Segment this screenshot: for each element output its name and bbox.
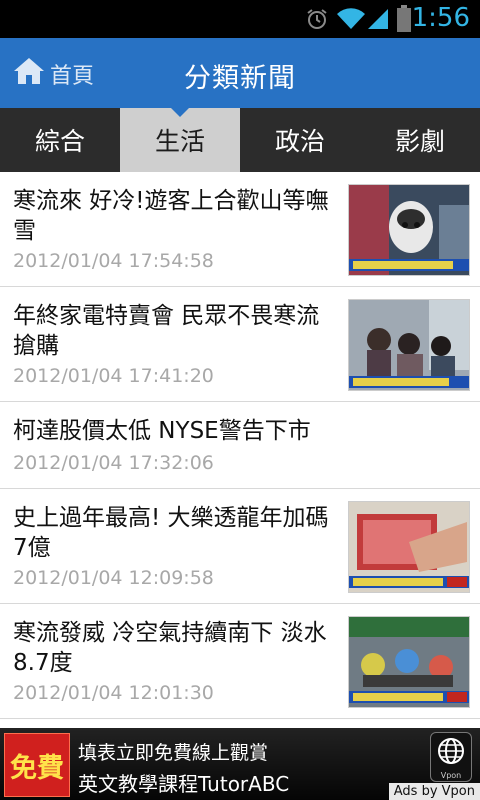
tab-politics[interactable]: 政治 (240, 108, 360, 172)
vpon-logo[interactable]: Vpon (430, 732, 472, 782)
list-item[interactable]: 寒流發威 冷空氣持續南下 淡水8.7度 2012/01/04 12:01:30 (0, 604, 480, 719)
news-title: 寒流來 好冷!遊客上合歡山等嘸雪 (13, 188, 329, 244)
ad-badge[interactable]: 免費 (4, 733, 70, 797)
signal-icon (366, 7, 390, 35)
news-thumbnail (348, 501, 470, 593)
battery-icon (396, 5, 412, 37)
news-title: 年終家電特賣會 民眾不畏寒流搶購 (13, 303, 320, 359)
alarm-icon (305, 7, 329, 35)
news-list: 寒流來 好冷!遊客上合歡山等嘸雪 2012/01/04 17:54:58 年終家… (0, 172, 480, 719)
app-bar: 首頁 分類新聞 (0, 38, 480, 108)
news-thumbnail (348, 616, 470, 708)
list-item[interactable]: 史上過年最高! 大樂透龍年加碼7億 2012/01/04 12:09:58 (0, 489, 480, 604)
page-title: 分類新聞 (184, 63, 296, 94)
ads-by-label: Ads by Vpon (388, 783, 480, 800)
ad-banner[interactable]: 免費 填表立即免費線上觀賞 英文教學課程TutorABC Vpon Ads by… (0, 728, 480, 800)
tab-label: 影劇 (394, 127, 445, 156)
wifi-icon (336, 7, 366, 35)
news-date: 2012/01/04 12:01:30 (13, 682, 214, 704)
news-title: 柯達股價太低 NYSE警告下市 (13, 418, 311, 444)
list-item[interactable]: 年終家電特賣會 民眾不畏寒流搶購 2012/01/04 17:41:20 (0, 287, 480, 402)
list-item[interactable]: 寒流來 好冷!遊客上合歡山等嘸雪 2012/01/04 17:54:58 (0, 172, 480, 287)
news-title: 史上過年最高! 大樂透龍年加碼7億 (13, 505, 329, 561)
tab-life[interactable]: 生活 (120, 108, 240, 172)
news-thumbnail (348, 299, 470, 391)
ad-line-1: 填表立即免費線上觀賞 (78, 742, 269, 764)
news-thumbnail (348, 184, 470, 276)
status-bar: 1:56 (0, 0, 480, 38)
tab-label: 政治 (274, 127, 325, 156)
vpon-logo-label: Vpon (440, 771, 462, 780)
tab-label: 生活 (154, 127, 205, 156)
news-title: 寒流發威 冷空氣持續南下 淡水8.7度 (13, 620, 327, 676)
tab-general[interactable]: 綜合 (0, 108, 120, 172)
news-date: 2012/01/04 17:41:20 (13, 365, 214, 387)
ad-line-2: 英文教學課程TutorABC (78, 772, 290, 796)
active-tab-indicator (171, 108, 189, 117)
tab-entertainment[interactable]: 影劇 (360, 108, 480, 172)
news-date: 2012/01/04 17:54:58 (13, 250, 214, 272)
tab-label: 綜合 (34, 127, 85, 156)
list-item[interactable]: 柯達股價太低 NYSE警告下市 2012/01/04 17:32:06 (0, 402, 480, 489)
category-tabs: 綜合 生活 政治 影劇 (0, 108, 480, 172)
news-date: 2012/01/04 12:09:58 (13, 567, 214, 589)
news-date: 2012/01/04 17:32:06 (13, 452, 214, 474)
status-clock: 1:56 (411, 3, 470, 33)
